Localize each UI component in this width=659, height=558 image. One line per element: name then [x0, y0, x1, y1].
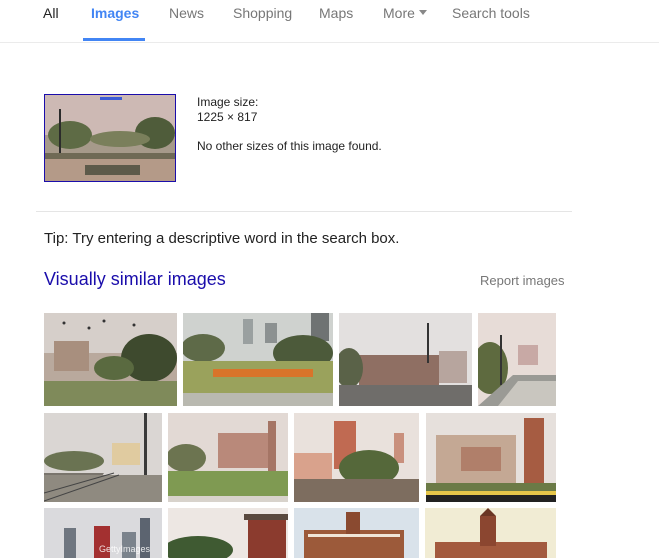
similar-image-1[interactable] — [44, 313, 177, 406]
similar-image-10[interactable] — [168, 508, 288, 558]
search-tip: Tip: Try entering a descriptive word in … — [44, 230, 400, 247]
similar-image-6[interactable] — [168, 413, 288, 502]
report-images-link[interactable]: Report images — [480, 273, 565, 288]
visually-similar-images-link[interactable]: Visually similar images — [44, 269, 226, 290]
similar-image-8-picture — [426, 413, 556, 502]
similar-image-2-picture — [183, 313, 333, 406]
source-image-thumbnail[interactable] — [44, 94, 176, 182]
image-size-label: Image size: — [197, 95, 259, 109]
similar-image-2[interactable] — [183, 313, 333, 406]
similar-image-11-picture — [294, 508, 419, 558]
tab-maps[interactable]: Maps — [319, 5, 353, 21]
chevron-down-icon — [418, 9, 427, 15]
image-size-value: 1225 × 817 — [197, 110, 258, 124]
search-tools-button[interactable]: Search tools — [452, 5, 530, 21]
similar-image-5[interactable] — [44, 413, 162, 502]
tab-more-label: More — [383, 5, 415, 21]
tab-news[interactable]: News — [169, 5, 204, 21]
getty-watermark: GettyImages — [99, 544, 151, 554]
similar-image-5-picture — [44, 413, 162, 502]
no-other-sizes-text: No other sizes of this image found. — [197, 139, 382, 153]
similar-image-10-picture — [168, 508, 288, 558]
similar-image-4[interactable] — [478, 313, 556, 406]
similar-image-9[interactable]: GettyImages — [44, 508, 162, 558]
similar-image-8[interactable] — [426, 413, 556, 502]
park-thumbnail-image — [45, 95, 175, 181]
similar-image-7-picture — [294, 413, 419, 502]
similar-image-12-picture — [425, 508, 556, 558]
section-divider — [36, 211, 572, 212]
tab-shopping[interactable]: Shopping — [233, 5, 292, 21]
search-nav-bar: All Images News Shopping Maps More Searc… — [0, 0, 659, 43]
similar-image-12[interactable] — [425, 508, 556, 558]
tab-all[interactable]: All — [43, 5, 59, 21]
similar-image-11[interactable] — [294, 508, 419, 558]
tab-more[interactable]: More — [383, 5, 427, 21]
tab-images[interactable]: Images — [91, 5, 139, 21]
similar-image-3-picture — [339, 313, 472, 406]
similar-image-4-picture — [478, 313, 556, 406]
selected-tab-indicator — [83, 38, 145, 41]
image-info: Image size: 1225 × 817 No other sizes of… — [197, 95, 382, 154]
similar-image-6-picture — [168, 413, 288, 502]
similar-image-7[interactable] — [294, 413, 419, 502]
similar-image-3[interactable] — [339, 313, 472, 406]
similar-image-1-picture — [44, 313, 177, 406]
